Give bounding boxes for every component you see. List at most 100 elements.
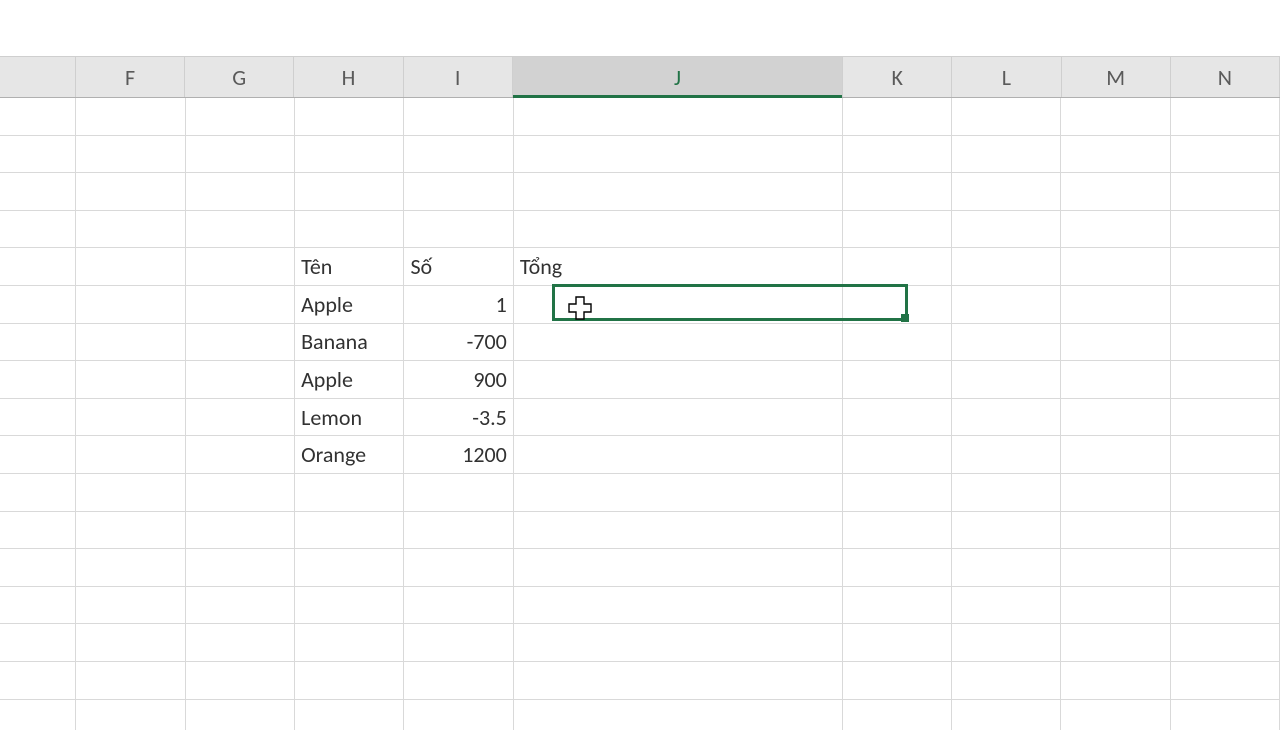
cell-K-16[interactable] bbox=[843, 662, 952, 700]
cell-H-13[interactable] bbox=[295, 549, 404, 587]
cell-F-9[interactable] bbox=[76, 399, 185, 437]
cell-K-12[interactable] bbox=[843, 512, 952, 550]
cell-M-11[interactable] bbox=[1061, 474, 1170, 512]
cell-I-10[interactable]: 1200 bbox=[404, 436, 513, 474]
cell-E-1[interactable] bbox=[0, 98, 76, 136]
cell-E-11[interactable] bbox=[0, 474, 76, 512]
cell-H-16[interactable] bbox=[295, 662, 404, 700]
cell-N-4[interactable] bbox=[1171, 211, 1280, 249]
column-header-H[interactable]: H bbox=[294, 57, 403, 97]
cell-H-4[interactable] bbox=[295, 211, 404, 249]
cell-H-3[interactable] bbox=[295, 173, 404, 211]
cell-G-4[interactable] bbox=[186, 211, 295, 249]
cell-F-10[interactable] bbox=[76, 436, 185, 474]
column-header-M[interactable]: M bbox=[1062, 57, 1171, 97]
cell-F-14[interactable] bbox=[76, 587, 185, 625]
cell-L-2[interactable] bbox=[952, 136, 1061, 174]
cell-M-14[interactable] bbox=[1061, 587, 1170, 625]
column-header-E[interactable]: E bbox=[0, 57, 76, 97]
cell-M-8[interactable] bbox=[1061, 361, 1170, 399]
cell-N-10[interactable] bbox=[1171, 436, 1280, 474]
cell-E-7[interactable] bbox=[0, 324, 76, 362]
cell-M-6[interactable] bbox=[1061, 286, 1170, 324]
cell-F-17[interactable] bbox=[76, 700, 185, 730]
cell-M-3[interactable] bbox=[1061, 173, 1170, 211]
cell-G-1[interactable] bbox=[186, 98, 295, 136]
cell-L-3[interactable] bbox=[952, 173, 1061, 211]
cell-K-15[interactable] bbox=[843, 624, 952, 662]
cell-K-5[interactable] bbox=[843, 248, 952, 286]
cell-F-15[interactable] bbox=[76, 624, 185, 662]
cell-G-3[interactable] bbox=[186, 173, 295, 211]
column-header-G[interactable]: G bbox=[185, 57, 294, 97]
cell-M-13[interactable] bbox=[1061, 549, 1170, 587]
cell-G-9[interactable] bbox=[186, 399, 295, 437]
cell-E-10[interactable] bbox=[0, 436, 76, 474]
cell-J-6[interactable] bbox=[514, 286, 843, 324]
cell-H-2[interactable] bbox=[295, 136, 404, 174]
cell-G-6[interactable] bbox=[186, 286, 295, 324]
cell-I-14[interactable] bbox=[404, 587, 513, 625]
cell-E-8[interactable] bbox=[0, 361, 76, 399]
cell-J-1[interactable] bbox=[514, 98, 843, 136]
cell-G-7[interactable] bbox=[186, 324, 295, 362]
cell-G-5[interactable] bbox=[186, 248, 295, 286]
cell-H-6[interactable]: Apple bbox=[295, 286, 404, 324]
cell-I-11[interactable] bbox=[404, 474, 513, 512]
cell-J-13[interactable] bbox=[514, 549, 843, 587]
column-header-N[interactable]: N bbox=[1171, 57, 1280, 97]
column-header-F[interactable]: F bbox=[76, 57, 185, 97]
cell-K-13[interactable] bbox=[843, 549, 952, 587]
cell-G-2[interactable] bbox=[186, 136, 295, 174]
cell-L-14[interactable] bbox=[952, 587, 1061, 625]
cell-K-2[interactable] bbox=[843, 136, 952, 174]
column-header-I[interactable]: I bbox=[404, 57, 513, 97]
cell-N-2[interactable] bbox=[1171, 136, 1280, 174]
cell-H-9[interactable]: Lemon bbox=[295, 399, 404, 437]
cell-N-1[interactable] bbox=[1171, 98, 1280, 136]
cell-G-11[interactable] bbox=[186, 474, 295, 512]
cell-N-15[interactable] bbox=[1171, 624, 1280, 662]
cell-L-16[interactable] bbox=[952, 662, 1061, 700]
cell-M-7[interactable] bbox=[1061, 324, 1170, 362]
cell-M-9[interactable] bbox=[1061, 399, 1170, 437]
cell-N-9[interactable] bbox=[1171, 399, 1280, 437]
cell-N-13[interactable] bbox=[1171, 549, 1280, 587]
cell-K-10[interactable] bbox=[843, 436, 952, 474]
cell-J-7[interactable] bbox=[514, 324, 843, 362]
cell-N-11[interactable] bbox=[1171, 474, 1280, 512]
cell-M-12[interactable] bbox=[1061, 512, 1170, 550]
cell-L-10[interactable] bbox=[952, 436, 1061, 474]
cell-K-8[interactable] bbox=[843, 361, 952, 399]
cell-N-12[interactable] bbox=[1171, 512, 1280, 550]
cell-H-5[interactable]: Tên bbox=[295, 248, 404, 286]
cell-I-8[interactable]: 900 bbox=[404, 361, 513, 399]
cell-L-1[interactable] bbox=[952, 98, 1061, 136]
cell-L-13[interactable] bbox=[952, 549, 1061, 587]
cell-F-13[interactable] bbox=[76, 549, 185, 587]
column-header-K[interactable]: K bbox=[843, 57, 952, 97]
cell-N-14[interactable] bbox=[1171, 587, 1280, 625]
cell-F-11[interactable] bbox=[76, 474, 185, 512]
cell-K-14[interactable] bbox=[843, 587, 952, 625]
cell-F-1[interactable] bbox=[76, 98, 185, 136]
column-header-J[interactable]: J bbox=[513, 57, 843, 97]
cell-M-5[interactable] bbox=[1061, 248, 1170, 286]
cell-N-7[interactable] bbox=[1171, 324, 1280, 362]
cell-I-7[interactable]: -700 bbox=[404, 324, 513, 362]
cell-J-16[interactable] bbox=[514, 662, 843, 700]
cell-J-14[interactable] bbox=[514, 587, 843, 625]
cell-M-2[interactable] bbox=[1061, 136, 1170, 174]
cell-J-8[interactable] bbox=[514, 361, 843, 399]
cell-I-9[interactable]: -3.5 bbox=[404, 399, 513, 437]
cell-L-7[interactable] bbox=[952, 324, 1061, 362]
cell-H-15[interactable] bbox=[295, 624, 404, 662]
cell-G-13[interactable] bbox=[186, 549, 295, 587]
cell-F-2[interactable] bbox=[76, 136, 185, 174]
cell-H-17[interactable] bbox=[295, 700, 404, 730]
cell-G-15[interactable] bbox=[186, 624, 295, 662]
cell-J-10[interactable] bbox=[514, 436, 843, 474]
spreadsheet-grid[interactable]: TênSốTổngApple1Banana-700Apple900Lemon-3… bbox=[0, 98, 1280, 730]
cell-J-12[interactable] bbox=[514, 512, 843, 550]
cell-J-9[interactable] bbox=[514, 399, 843, 437]
